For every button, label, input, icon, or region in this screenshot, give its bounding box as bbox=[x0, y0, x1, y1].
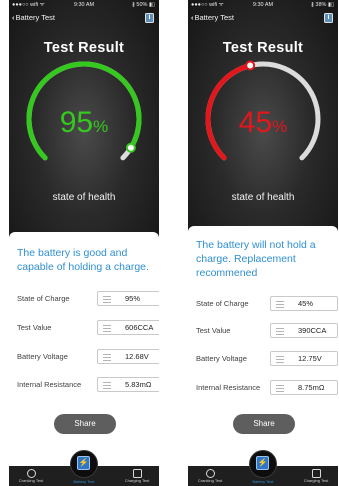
battery-test-fab[interactable]: ⚡ bbox=[70, 450, 98, 478]
row-value: 606CCA bbox=[125, 323, 154, 332]
nav-bar: ‹Battery Test i bbox=[9, 11, 159, 25]
chevron-left-icon: ‹ bbox=[12, 13, 15, 22]
value-field: 12.68V bbox=[97, 349, 159, 364]
tab-cranking-test[interactable]: Cranking Test bbox=[190, 469, 230, 486]
result-card: The battery is good and capable of holdi… bbox=[9, 232, 159, 466]
phone-screen-good: ●●●○○ wifi ᯤ 9:30 AM ∦ 50% ▮▯ ‹Battery T… bbox=[9, 0, 159, 486]
status-bar: ●●●○○ wifi ᯤ 9:30 AM ∦ 50% ▮▯ bbox=[9, 0, 159, 11]
row-value: 12.68V bbox=[125, 352, 149, 361]
row-internal-resistance: Internal Resistance 8.75mΩ bbox=[196, 380, 338, 396]
list-lines-icon bbox=[103, 325, 111, 332]
share-button[interactable]: Share bbox=[233, 414, 295, 434]
row-battery-voltage: Battery Voltage 12.68V bbox=[17, 349, 159, 365]
list-lines-icon bbox=[276, 385, 284, 392]
value-field: 5.83mΩ bbox=[97, 377, 159, 392]
row-internal-resistance: Internal Resistance 5.83mΩ bbox=[17, 377, 159, 393]
row-label: Battery Voltage bbox=[196, 354, 247, 363]
chevron-left-icon: ‹ bbox=[191, 13, 194, 22]
info-icon[interactable]: i bbox=[145, 13, 154, 23]
row-label: Test Value bbox=[196, 326, 231, 335]
tab-label: Cranking Test bbox=[18, 478, 44, 483]
gauge-knob bbox=[245, 60, 256, 71]
health-percent-unit: % bbox=[272, 117, 288, 136]
result-message: The battery will not hold a charge. Repl… bbox=[196, 239, 316, 279]
row-test-value: Test Value 390CCA bbox=[196, 323, 338, 339]
tab-label: Charging Test bbox=[124, 478, 150, 483]
list-lines-icon bbox=[103, 354, 111, 361]
list-lines-icon bbox=[276, 301, 284, 308]
row-value: 95% bbox=[125, 294, 141, 303]
row-label: Battery Voltage bbox=[17, 352, 68, 361]
value-field: 8.75mΩ bbox=[270, 380, 338, 395]
tab-label: Battery Test bbox=[252, 479, 274, 484]
back-label: Battery Test bbox=[15, 13, 55, 22]
phone-screen-bad: ●●●○○ wifi ᯤ 9:30 AM ∦ 38% ▮▯ ‹Battery T… bbox=[188, 0, 338, 486]
health-percent: 95% bbox=[9, 106, 159, 144]
health-percent-value: 95 bbox=[59, 106, 94, 139]
health-percent-value: 45 bbox=[238, 106, 273, 139]
status-battery: ∦ 38% ▮▯ bbox=[311, 2, 334, 8]
tab-charging-test[interactable]: Charging Test bbox=[117, 469, 157, 486]
health-percent-unit: % bbox=[93, 117, 109, 136]
cranking-icon bbox=[26, 469, 36, 478]
gauge-label: state of health bbox=[231, 192, 295, 203]
result-card: The battery will not hold a charge. Repl… bbox=[188, 226, 338, 466]
back-button[interactable]: ‹Battery Test bbox=[12, 13, 55, 23]
row-label: State of Charge bbox=[196, 299, 249, 308]
row-battery-voltage: Battery Voltage 12.75V bbox=[196, 351, 338, 367]
list-lines-icon bbox=[276, 328, 284, 335]
back-label: Battery Test bbox=[194, 13, 234, 22]
result-hero: ●●●○○ wifi ᯤ 9:30 AM ∦ 38% ▮▯ ‹Battery T… bbox=[188, 0, 338, 240]
list-lines-icon bbox=[103, 382, 111, 389]
value-field: 606CCA bbox=[97, 320, 159, 335]
battery-test-icon: ⚡ bbox=[77, 456, 90, 470]
row-value: 5.83mΩ bbox=[125, 380, 152, 389]
row-value: 8.75mΩ bbox=[298, 383, 325, 392]
value-field: 95% bbox=[97, 291, 159, 306]
tab-label: Cranking Test bbox=[197, 478, 223, 483]
cranking-icon bbox=[205, 469, 215, 478]
row-label: Internal Resistance bbox=[17, 380, 82, 389]
row-value: 45% bbox=[298, 299, 314, 308]
row-state-of-charge: State of Charge 45% bbox=[196, 296, 338, 312]
row-label: Internal Resistance bbox=[196, 383, 261, 392]
value-field: 12.75V bbox=[270, 351, 338, 366]
row-value: 390CCA bbox=[298, 326, 327, 335]
list-lines-icon bbox=[103, 296, 111, 303]
result-hero: ●●●○○ wifi ᯤ 9:30 AM ∦ 50% ▮▯ ‹Battery T… bbox=[9, 0, 159, 240]
row-value: 12.75V bbox=[298, 354, 322, 363]
back-button[interactable]: ‹Battery Test bbox=[191, 13, 234, 23]
nav-bar: ‹Battery Test i bbox=[188, 11, 338, 25]
info-icon[interactable]: i bbox=[324, 13, 333, 23]
gauge-knob bbox=[125, 142, 136, 153]
tab-label: Battery Test bbox=[73, 479, 95, 484]
status-bar: ●●●○○ wifi ᯤ 9:30 AM ∦ 38% ▮▯ bbox=[188, 0, 338, 11]
status-battery: ∦ 50% ▮▯ bbox=[132, 2, 155, 8]
tab-charging-test[interactable]: Charging Test bbox=[296, 469, 336, 486]
battery-test-icon: ⚡ bbox=[256, 456, 269, 470]
row-test-value: Test Value 606CCA bbox=[17, 320, 159, 336]
value-field: 45% bbox=[270, 296, 338, 311]
share-button[interactable]: Share bbox=[54, 414, 116, 434]
page-title: Test Result bbox=[222, 40, 304, 56]
gauge-label: state of health bbox=[52, 192, 116, 203]
charging-icon bbox=[132, 469, 142, 478]
row-label: State of Charge bbox=[17, 294, 70, 303]
result-message: The battery is good and capable of holdi… bbox=[17, 247, 149, 273]
list-lines-icon bbox=[276, 356, 284, 363]
tab-label: Charging Test bbox=[303, 478, 329, 483]
tab-cranking-test[interactable]: Cranking Test bbox=[11, 469, 51, 486]
charging-icon bbox=[311, 469, 321, 478]
page-title: Test Result bbox=[43, 40, 125, 56]
row-label: Test Value bbox=[17, 323, 52, 332]
value-field: 390CCA bbox=[270, 323, 338, 338]
health-percent: 45% bbox=[188, 106, 338, 144]
battery-test-fab[interactable]: ⚡ bbox=[249, 450, 277, 478]
row-state-of-charge: State of Charge 95% bbox=[17, 291, 159, 307]
